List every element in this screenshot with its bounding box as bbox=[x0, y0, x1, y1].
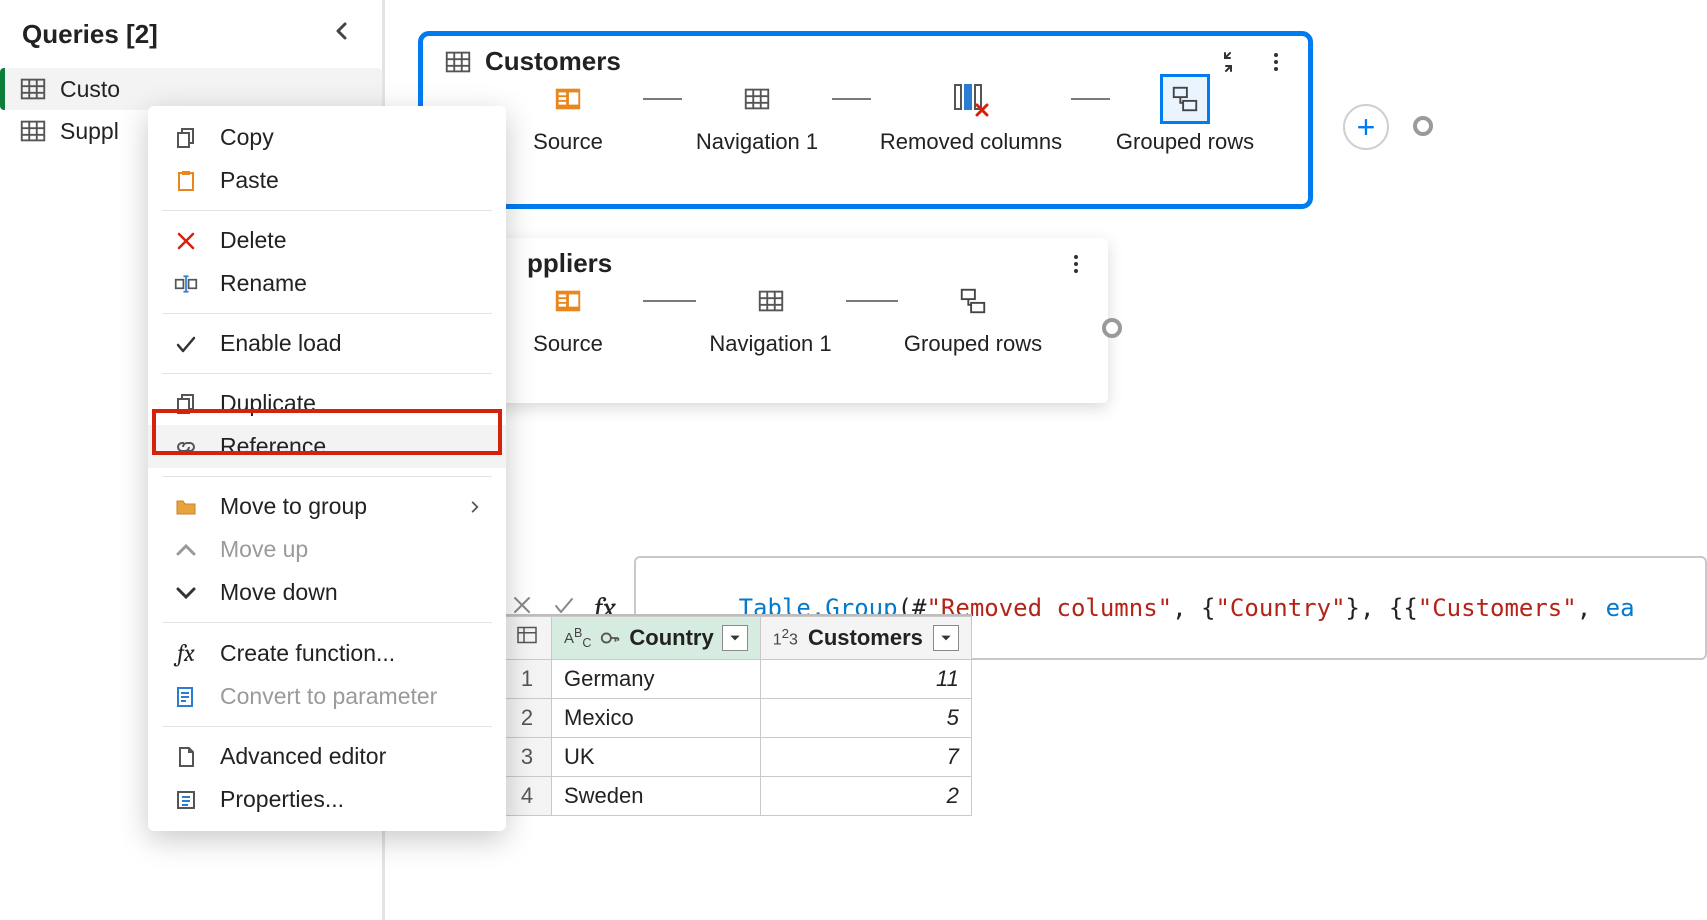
properties-icon bbox=[174, 788, 198, 812]
table-icon bbox=[756, 286, 786, 316]
link-icon bbox=[174, 435, 198, 459]
step-source[interactable]: Source bbox=[493, 279, 643, 357]
folder-icon bbox=[174, 495, 198, 519]
copy-icon bbox=[174, 126, 198, 150]
x-icon bbox=[174, 229, 198, 253]
ctx-convert-to-parameter: Convert to parameter bbox=[148, 675, 506, 718]
query-item-customers[interactable]: Custo bbox=[0, 68, 382, 110]
check-icon bbox=[552, 593, 576, 617]
collapse-diagonal-icon[interactable] bbox=[1216, 50, 1240, 74]
text-type-icon: ABC bbox=[564, 626, 591, 650]
group-rows-icon bbox=[1170, 84, 1200, 114]
step-source[interactable]: Source bbox=[493, 77, 643, 155]
table-icon bbox=[515, 623, 539, 647]
remove-columns-icon bbox=[951, 81, 991, 117]
ctx-copy[interactable]: Copy bbox=[148, 116, 506, 159]
query-context-menu: Copy Paste Delete Rename Enable load Dup… bbox=[148, 106, 506, 831]
caret-down-icon bbox=[728, 631, 742, 645]
group-rows-icon bbox=[958, 286, 988, 316]
ctx-duplicate[interactable]: Duplicate bbox=[148, 382, 506, 425]
table-icon bbox=[18, 116, 48, 146]
data-preview-table: ABC Country 123 Customers bbox=[502, 614, 972, 816]
chevron-right-icon bbox=[468, 500, 482, 514]
table-row[interactable]: 1 Germany 11 bbox=[503, 660, 972, 699]
queries-pane-title: Queries [2] bbox=[22, 19, 158, 50]
query-output-node[interactable] bbox=[1102, 318, 1122, 338]
table-row[interactable]: 4 Sweden 2 bbox=[503, 777, 972, 816]
check-icon bbox=[174, 332, 198, 356]
card-title: ppliers bbox=[527, 248, 1064, 279]
collapse-sidebar-button[interactable] bbox=[330, 18, 354, 50]
table-icon bbox=[742, 84, 772, 114]
x-icon bbox=[510, 593, 534, 617]
document-icon bbox=[174, 745, 198, 769]
ctx-move-down[interactable]: Move down bbox=[148, 571, 506, 614]
column-filter-dropdown[interactable] bbox=[933, 625, 959, 651]
column-filter-dropdown[interactable] bbox=[722, 625, 748, 651]
column-header-country[interactable]: ABC Country bbox=[552, 617, 761, 660]
number-type-icon: 123 bbox=[773, 626, 798, 649]
chevron-up-icon bbox=[174, 538, 198, 562]
query-card-suppliers[interactable]: ppliers Source Navigation 1 bbox=[423, 238, 1108, 403]
key-icon bbox=[599, 627, 621, 649]
chevron-left-icon bbox=[330, 19, 354, 43]
ctx-advanced-editor[interactable]: Advanced editor bbox=[148, 735, 506, 778]
query-card-customers[interactable]: Customers Source Navigation 1 bbox=[423, 36, 1308, 204]
query-item-label: Custo bbox=[60, 76, 120, 103]
column-header-customers[interactable]: 123 Customers bbox=[760, 617, 971, 660]
table-icon bbox=[18, 74, 48, 104]
datasource-icon bbox=[553, 286, 583, 316]
more-vertical-icon[interactable] bbox=[1064, 252, 1088, 276]
step-removed-columns[interactable]: Removed columns bbox=[871, 77, 1071, 155]
ctx-properties[interactable]: Properties... bbox=[148, 778, 506, 821]
table-corner[interactable] bbox=[503, 617, 552, 660]
step-navigation[interactable]: Navigation 1 bbox=[696, 279, 846, 357]
ctx-reference[interactable]: Reference bbox=[148, 425, 506, 468]
table-row[interactable]: 2 Mexico 5 bbox=[503, 699, 972, 738]
fx-icon: fx bbox=[177, 639, 195, 667]
paste-icon bbox=[174, 169, 198, 193]
table-icon bbox=[443, 47, 473, 77]
ctx-move-to-group[interactable]: Move to group bbox=[148, 485, 506, 528]
more-vertical-icon[interactable] bbox=[1264, 50, 1288, 74]
ctx-delete[interactable]: Delete bbox=[148, 219, 506, 262]
step-navigation[interactable]: Navigation 1 bbox=[682, 77, 832, 155]
chevron-down-icon bbox=[174, 581, 198, 605]
copy-icon bbox=[174, 392, 198, 416]
step-grouped-rows[interactable]: Grouped rows bbox=[1110, 77, 1260, 155]
ctx-rename[interactable]: Rename bbox=[148, 262, 506, 305]
step-grouped-rows[interactable]: Grouped rows bbox=[898, 279, 1048, 357]
diagram-canvas: Customers Source Navigation 1 bbox=[388, 0, 1707, 920]
card-title: Customers bbox=[485, 46, 1216, 77]
rename-icon bbox=[174, 272, 198, 296]
caret-down-icon bbox=[939, 631, 953, 645]
query-output-node[interactable] bbox=[1413, 116, 1433, 136]
datasource-icon bbox=[553, 84, 583, 114]
ctx-create-function[interactable]: fx Create function... bbox=[148, 631, 506, 675]
parameter-icon bbox=[174, 685, 198, 709]
add-step-button[interactable]: + bbox=[1343, 104, 1389, 150]
ctx-move-up: Move up bbox=[148, 528, 506, 571]
query-item-label: Suppl bbox=[60, 118, 119, 145]
ctx-enable-load[interactable]: Enable load bbox=[148, 322, 506, 365]
table-row[interactable]: 3 UK 7 bbox=[503, 738, 972, 777]
ctx-paste[interactable]: Paste bbox=[148, 159, 506, 202]
